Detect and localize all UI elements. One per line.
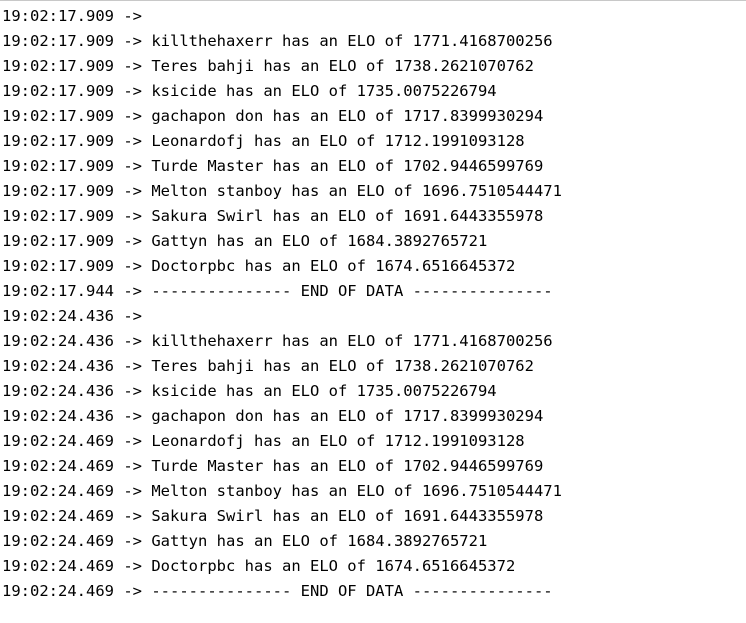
log-timestamp: 19:02:24.469	[2, 532, 114, 550]
log-timestamp: 19:02:24.436	[2, 357, 114, 375]
log-arrow: ->	[123, 382, 142, 400]
log-timestamp: 19:02:17.944	[2, 282, 114, 300]
log-line: 19:02:24.469 -> Gattyn has an ELO of 168…	[0, 529, 746, 554]
log-arrow: ->	[123, 32, 142, 50]
log-message: ksicide has an ELO of 1735.0075226794	[151, 382, 497, 400]
log-timestamp: 19:02:17.909	[2, 32, 114, 50]
log-arrow: ->	[123, 432, 142, 450]
log-arrow: ->	[123, 407, 142, 425]
serial-monitor-output[interactable]: 19:02:17.909 -> 19:02:17.909 -> killtheh…	[0, 4, 746, 619]
log-line: 19:02:17.909 -> Leonardofj has an ELO of…	[0, 129, 746, 154]
log-line: 19:02:24.469 -> Doctorpbc has an ELO of …	[0, 554, 746, 579]
log-arrow: ->	[123, 482, 142, 500]
log-message: Melton stanboy has an ELO of 1696.751054…	[151, 182, 562, 200]
log-message: Gattyn has an ELO of 1684.3892765721	[151, 232, 488, 250]
log-timestamp: 19:02:17.909	[2, 157, 114, 175]
log-line: 19:02:24.436 -> Teres bahji has an ELO o…	[0, 354, 746, 379]
log-message: Teres bahji has an ELO of 1738.262107076…	[151, 357, 534, 375]
log-line: 19:02:24.469 -> Melton stanboy has an EL…	[0, 479, 746, 504]
log-line: 19:02:17.909 -> killthehaxerr has an ELO…	[0, 29, 746, 54]
log-arrow: ->	[123, 332, 142, 350]
log-arrow: ->	[123, 7, 142, 25]
log-line: 19:02:17.909 ->	[0, 4, 746, 29]
log-timestamp: 19:02:24.436	[2, 307, 114, 325]
log-arrow: ->	[123, 107, 142, 125]
log-line: 19:02:24.436 ->	[0, 304, 746, 329]
log-message: Gattyn has an ELO of 1684.3892765721	[151, 532, 488, 550]
log-arrow: ->	[123, 57, 142, 75]
log-line: 19:02:17.909 -> Teres bahji has an ELO o…	[0, 54, 746, 79]
log-message: Doctorpbc has an ELO of 1674.6516645372	[151, 557, 516, 575]
log-message: gachapon don has an ELO of 1717.83999302…	[151, 407, 544, 425]
log-timestamp: 19:02:24.469	[2, 432, 114, 450]
log-arrow: ->	[123, 582, 142, 600]
log-message: Turde Master has an ELO of 1702.94465997…	[151, 457, 544, 475]
window-top-border	[0, 0, 746, 1]
log-timestamp: 19:02:17.909	[2, 57, 114, 75]
log-timestamp: 19:02:17.909	[2, 107, 114, 125]
log-timestamp: 19:02:24.469	[2, 457, 114, 475]
log-message: --------------- END OF DATA ------------…	[151, 282, 553, 300]
log-timestamp: 19:02:17.909	[2, 82, 114, 100]
log-timestamp: 19:02:17.909	[2, 7, 114, 25]
log-timestamp: 19:02:24.436	[2, 407, 114, 425]
log-arrow: ->	[123, 307, 142, 325]
log-message: Leonardofj has an ELO of 1712.1991093128	[151, 432, 525, 450]
log-arrow: ->	[123, 182, 142, 200]
log-timestamp: 19:02:24.469	[2, 507, 114, 525]
log-arrow: ->	[123, 507, 142, 525]
log-timestamp: 19:02:17.909	[2, 257, 114, 275]
log-line: 19:02:24.469 -> --------------- END OF D…	[0, 579, 746, 604]
log-line: 19:02:17.909 -> gachapon don has an ELO …	[0, 104, 746, 129]
log-line: 19:02:17.909 -> ksicide has an ELO of 17…	[0, 79, 746, 104]
log-message: Turde Master has an ELO of 1702.94465997…	[151, 157, 544, 175]
log-timestamp: 19:02:17.909	[2, 132, 114, 150]
log-timestamp: 19:02:24.436	[2, 382, 114, 400]
log-line: 19:02:24.436 -> killthehaxerr has an ELO…	[0, 329, 746, 354]
log-message: --------------- END OF DATA ------------…	[151, 582, 553, 600]
log-arrow: ->	[123, 207, 142, 225]
log-message: gachapon don has an ELO of 1717.83999302…	[151, 107, 544, 125]
log-arrow: ->	[123, 82, 142, 100]
log-arrow: ->	[123, 457, 142, 475]
log-line: 19:02:17.909 -> Turde Master has an ELO …	[0, 154, 746, 179]
log-line: 19:02:24.436 -> ksicide has an ELO of 17…	[0, 379, 746, 404]
log-line: 19:02:24.469 -> Sakura Swirl has an ELO …	[0, 504, 746, 529]
log-line: 19:02:24.469 -> Leonardofj has an ELO of…	[0, 429, 746, 454]
log-timestamp: 19:02:17.909	[2, 207, 114, 225]
log-timestamp: 19:02:24.436	[2, 332, 114, 350]
log-message: Teres bahji has an ELO of 1738.262107076…	[151, 57, 534, 75]
log-line: 19:02:17.909 -> Gattyn has an ELO of 168…	[0, 229, 746, 254]
log-timestamp: 19:02:24.469	[2, 557, 114, 575]
log-message: killthehaxerr has an ELO of 1771.4168700…	[151, 332, 553, 350]
log-arrow: ->	[123, 357, 142, 375]
log-message: Sakura Swirl has an ELO of 1691.64433559…	[151, 507, 544, 525]
log-arrow: ->	[123, 532, 142, 550]
log-arrow: ->	[123, 557, 142, 575]
log-line: 19:02:24.436 -> gachapon don has an ELO …	[0, 404, 746, 429]
log-timestamp: 19:02:17.909	[2, 232, 114, 250]
log-timestamp: 19:02:17.909	[2, 182, 114, 200]
log-line: 19:02:17.909 -> Doctorpbc has an ELO of …	[0, 254, 746, 279]
log-arrow: ->	[123, 282, 142, 300]
log-message: Leonardofj has an ELO of 1712.1991093128	[151, 132, 525, 150]
log-arrow: ->	[123, 132, 142, 150]
log-message: Doctorpbc has an ELO of 1674.6516645372	[151, 257, 516, 275]
log-timestamp: 19:02:24.469	[2, 582, 114, 600]
log-arrow: ->	[123, 257, 142, 275]
log-line: 19:02:24.469 -> Turde Master has an ELO …	[0, 454, 746, 479]
log-arrow: ->	[123, 232, 142, 250]
log-arrow: ->	[123, 157, 142, 175]
log-message: ksicide has an ELO of 1735.0075226794	[151, 82, 497, 100]
log-line: 19:02:17.909 -> Sakura Swirl has an ELO …	[0, 204, 746, 229]
log-message: Sakura Swirl has an ELO of 1691.64433559…	[151, 207, 544, 225]
log-message: killthehaxerr has an ELO of 1771.4168700…	[151, 32, 553, 50]
log-message: Melton stanboy has an ELO of 1696.751054…	[151, 482, 562, 500]
log-timestamp: 19:02:24.469	[2, 482, 114, 500]
log-line: 19:02:17.944 -> --------------- END OF D…	[0, 279, 746, 304]
log-line: 19:02:17.909 -> Melton stanboy has an EL…	[0, 179, 746, 204]
